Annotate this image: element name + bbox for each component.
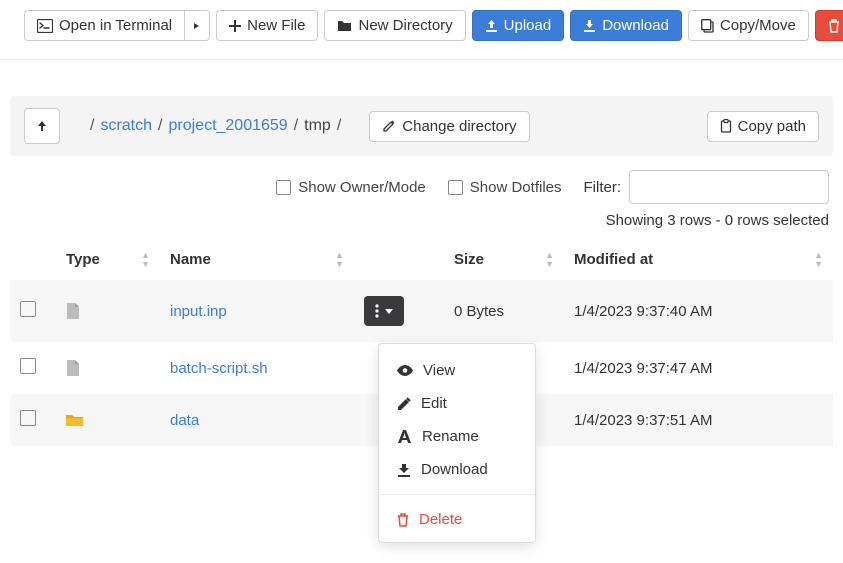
show-dotfiles-label: Show Dotfiles — [470, 179, 562, 196]
breadcrumb-scratch[interactable]: scratch — [100, 117, 152, 135]
modified-cell: 1/4/2023 9:37:47 AM — [564, 342, 833, 394]
menu-rename-label: Rename — [422, 428, 479, 445]
sort-icon: ▲▼ — [545, 251, 554, 269]
new-directory-button[interactable]: New Directory — [324, 10, 465, 41]
row-checkbox[interactable] — [20, 358, 36, 374]
menu-view[interactable]: View — [379, 354, 535, 387]
menu-edit-label: Edit — [421, 395, 447, 412]
col-modified[interactable]: Modified at ▲▼ — [564, 239, 833, 280]
font-icon — [397, 430, 412, 443]
upload-button[interactable]: Upload — [472, 10, 565, 41]
file-icon — [66, 303, 150, 320]
edit-icon — [382, 119, 396, 133]
row-checkbox[interactable] — [20, 410, 36, 426]
sort-icon: ▲▼ — [141, 251, 150, 269]
upload-icon — [485, 19, 498, 32]
delete-button[interactable]: Delete — [815, 10, 843, 41]
new-directory-label: New Directory — [358, 17, 452, 34]
status-text: Showing 3 rows - 0 rows selected — [0, 204, 843, 239]
file-link[interactable]: batch-script.sh — [170, 360, 268, 377]
breadcrumb-sep: / — [337, 117, 341, 135]
sort-icon: ▲▼ — [335, 251, 344, 269]
checkbox-icon — [276, 180, 291, 195]
eye-icon — [397, 365, 413, 376]
menu-download-label: Download — [421, 461, 488, 478]
open-terminal-group: Open in Terminal — [24, 10, 210, 41]
change-directory-button[interactable]: Change directory — [369, 111, 529, 142]
filter-label: Filter: — [584, 179, 622, 196]
clipboard-icon — [720, 119, 732, 133]
size-cell: 0 Bytes — [444, 280, 564, 342]
col-name[interactable]: Name ▲▼ — [160, 239, 354, 280]
download-icon — [397, 463, 411, 477]
download-icon — [583, 19, 596, 32]
menu-delete-label: Delete — [419, 511, 462, 528]
trash-icon — [397, 513, 409, 527]
breadcrumb-sep: / — [158, 117, 162, 135]
go-up-button[interactable] — [24, 108, 60, 144]
download-button[interactable]: Download — [570, 10, 682, 41]
file-link[interactable]: input.inp — [170, 303, 227, 320]
download-label: Download — [602, 17, 669, 34]
top-toolbar: Open in Terminal New File New Directory … — [0, 0, 843, 60]
show-owner-label: Show Owner/Mode — [298, 179, 426, 196]
show-owner-toggle[interactable]: Show Owner/Mode — [276, 179, 426, 196]
breadcrumb-current: tmp — [304, 117, 331, 135]
arrow-up-icon — [35, 119, 49, 133]
menu-divider — [379, 494, 535, 495]
sort-icon: ▲▼ — [814, 251, 823, 269]
trash-icon — [828, 19, 840, 33]
breadcrumb-project[interactable]: project_2001659 — [168, 117, 287, 135]
filter-input[interactable] — [629, 170, 829, 204]
modified-cell: 1/4/2023 9:37:51 AM — [564, 394, 833, 446]
filter-wrap: Filter: — [584, 170, 830, 204]
open-terminal-button[interactable]: Open in Terminal — [24, 10, 185, 41]
file-link[interactable]: data — [170, 412, 199, 429]
caret-right-icon — [193, 23, 201, 29]
open-terminal-caret[interactable] — [185, 10, 210, 41]
breadcrumb: / scratch / project_2001659 / tmp / — [90, 117, 341, 135]
breadcrumb-sep: / — [90, 117, 94, 135]
row-checkbox[interactable] — [20, 301, 36, 317]
copy-icon — [701, 19, 714, 33]
table-row: input.inp 0 Bytes 1/4/2023 9:37:40 AM — [10, 280, 833, 342]
change-directory-label: Change directory — [402, 118, 516, 135]
caret-down-icon — [385, 309, 393, 314]
copy-path-label: Copy path — [738, 118, 806, 135]
menu-rename[interactable]: Rename — [379, 420, 535, 453]
menu-view-label: View — [423, 362, 455, 379]
new-file-label: New File — [247, 17, 305, 34]
col-size[interactable]: Size ▲▼ — [444, 239, 564, 280]
ellipsis-vertical-icon — [375, 304, 379, 318]
upload-label: Upload — [504, 17, 552, 34]
menu-delete[interactable]: Delete — [379, 503, 535, 536]
copy-path-button[interactable]: Copy path — [707, 111, 819, 142]
col-type[interactable]: Type ▲▼ — [56, 239, 160, 280]
row-actions-button[interactable] — [364, 296, 404, 326]
breadcrumb-sep: / — [294, 117, 298, 135]
copy-move-label: Copy/Move — [720, 17, 796, 34]
folder-icon — [337, 19, 352, 32]
modified-cell: 1/4/2023 9:37:40 AM — [564, 280, 833, 342]
controls-row: Show Owner/Mode Show Dotfiles Filter: — [0, 156, 843, 204]
new-file-button[interactable]: New File — [216, 10, 318, 41]
path-bar: / scratch / project_2001659 / tmp / Chan… — [10, 96, 833, 156]
edit-icon — [397, 397, 411, 411]
terminal-icon — [37, 19, 53, 33]
checkbox-icon — [448, 180, 463, 195]
file-icon — [66, 360, 150, 377]
show-dotfiles-toggle[interactable]: Show Dotfiles — [448, 179, 562, 196]
folder-icon — [66, 413, 150, 427]
menu-download[interactable]: Download — [379, 453, 535, 486]
row-actions-menu: View Edit Rename Download Delete — [378, 343, 536, 543]
menu-edit[interactable]: Edit — [379, 387, 535, 420]
copy-move-button[interactable]: Copy/Move — [688, 10, 809, 41]
open-terminal-label: Open in Terminal — [59, 17, 172, 34]
plus-icon — [229, 20, 241, 32]
